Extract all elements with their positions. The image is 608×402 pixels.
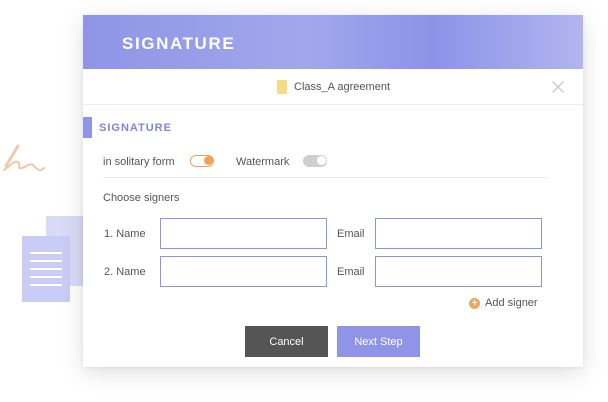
close-icon[interactable] [551, 80, 565, 94]
watermark-label: Watermark [236, 156, 290, 168]
signature-dialog: SIGNATURE Class_A agreement SIGNATURE in… [83, 15, 583, 367]
signature-pen-icon [3, 144, 45, 172]
signer-1-email-label: Email [337, 228, 365, 240]
watermark-toggle[interactable] [303, 155, 327, 167]
toggle-knob [317, 156, 326, 165]
next-step-button[interactable]: Next Step [337, 326, 420, 357]
toggle-knob [204, 156, 213, 165]
signer-1-name-input[interactable] [160, 218, 327, 249]
cancel-button[interactable]: Cancel [245, 326, 328, 357]
banner-title: SIGNATURE [122, 34, 236, 53]
dialog-banner: SIGNATURE [83, 15, 583, 69]
divider [103, 177, 548, 178]
signer-2-email-label: Email [337, 266, 365, 278]
file-bar: Class_A agreement [83, 69, 583, 105]
add-signer-label: Add signer [485, 297, 538, 309]
section-marker [83, 117, 92, 138]
signer-2-name-label: 2. Name [104, 266, 146, 278]
signer-1-email-input[interactable] [375, 218, 542, 249]
plus-circle-icon: + [469, 298, 480, 309]
section-title: SIGNATURE [99, 122, 172, 134]
signer-2-name-input[interactable] [160, 256, 327, 287]
choose-signers-label: Choose signers [103, 192, 180, 204]
solitary-form-toggle[interactable] [190, 155, 214, 167]
solitary-form-label: in solitary form [103, 156, 175, 168]
document-front [22, 236, 70, 302]
signer-2-email-input[interactable] [375, 256, 542, 287]
documents-icon [22, 216, 86, 306]
signer-1-name-label: 1. Name [104, 228, 146, 240]
document-icon [277, 80, 287, 94]
file-name: Class_A agreement [294, 81, 390, 93]
